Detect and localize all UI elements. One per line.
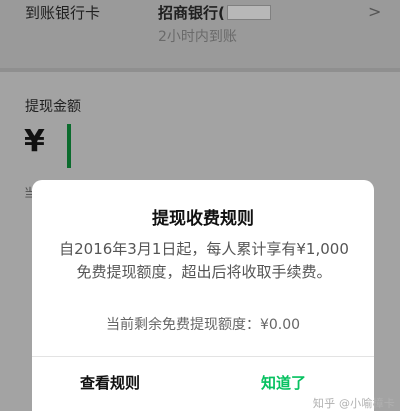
masked-card-number: [226, 5, 271, 20]
got-it-button[interactable]: 知道了: [261, 372, 306, 393]
amount-label: 提现金额: [25, 99, 81, 115]
remaining-quota: 当前剩余免费提现额度：¥0.00: [105, 317, 301, 333]
chevron-right-icon: >: [368, 2, 382, 21]
fee-rules-dialog: 提现收费规则 自2016年3月1日起，每人累计享有¥1,000免费提现额度，超出…: [32, 180, 374, 411]
bank-name: 招商银行(: [158, 2, 271, 23]
arrival-time: 2小时内到账: [158, 29, 237, 45]
dialog-body: 自2016年3月1日起，每人累计享有¥1,000免费提现额度，超出后将收取手续费…: [59, 240, 349, 281]
dialog-divider: [32, 356, 374, 357]
currency-symbol: ¥: [24, 124, 45, 159]
bank-name-text: 招商银行(: [158, 4, 225, 22]
withdraw-card-row[interactable]: 到账银行卡 招商银行( 2小时内到账 >: [0, 0, 400, 68]
receiving-card-label: 到账银行卡: [25, 4, 101, 22]
dialog-title: 提现收费规则: [152, 209, 254, 229]
amount-input-cursor[interactable]: [67, 124, 71, 168]
view-rules-button[interactable]: 查看规则: [80, 372, 140, 393]
watermark: 知乎 @小喻樟卡: [312, 397, 395, 410]
